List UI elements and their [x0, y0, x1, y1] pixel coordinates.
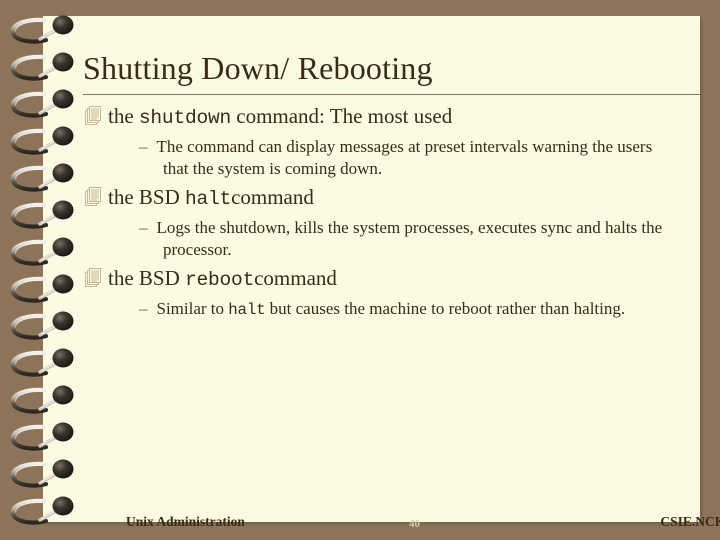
footer-page-number: 40: [409, 518, 420, 530]
stacked-documents-icon: [85, 187, 103, 207]
list-item-text: The command can display messages at pres…: [157, 137, 653, 178]
text-run: command: [231, 185, 314, 210]
subbullet-shutdown-detail: – The command can display messages at pre…: [43, 136, 700, 180]
page-title: Shutting Down/ Rebooting: [83, 50, 433, 86]
text-run: Logs the shutdown, kills the system proc…: [156, 217, 663, 259]
title-divider: [83, 94, 700, 95]
list-item-text: Logs the shutdown, kills the system proc…: [157, 218, 663, 259]
bullet-shutdown-command: the shutdown command: The most used: [43, 104, 700, 131]
subbullet-halt-detail: – Logs the shutdown, kills the system pro…: [43, 217, 700, 261]
list-item-text: the BSD haltcommand: [108, 185, 694, 212]
slide-canvas: Shutting Down/ Rebooting the shutdown co…: [0, 0, 720, 540]
list-item-text: Similar to halt but causes the machine t…: [156, 298, 626, 319]
text-run: command: [254, 266, 337, 291]
text-run: but causes the machine to reboot rather …: [265, 298, 626, 318]
slide-footer: Unix Administration 40 CSIE.NCKU: [86, 511, 720, 537]
command-code-run: halt: [228, 300, 266, 319]
en-dash-bullet: –: [139, 298, 148, 318]
bullet-reboot-command: the BSD rebootcommand: [43, 266, 700, 293]
subbullet-reboot-detail: – Similar to halt but causes the machine …: [43, 298, 700, 321]
list-item-text: the shutdown command: The most used: [108, 104, 694, 131]
text-run: the BSD: [108, 185, 186, 210]
text-run: Similar to: [156, 298, 229, 318]
text-run: command: The most used: [231, 104, 453, 128]
command-code-run: reboot: [185, 269, 255, 292]
footer-org-label: CSIE.NCKU: [660, 514, 720, 529]
stacked-documents-icon: [85, 106, 103, 125]
slide-body-list: the shutdown command: The most used – The …: [43, 104, 700, 325]
stacked-documents-icon: [85, 268, 103, 288]
command-code-run: shutdown: [138, 107, 231, 129]
text-run: the BSD: [108, 266, 186, 291]
text-run: the: [108, 104, 139, 128]
en-dash-bullet: –: [139, 136, 148, 156]
notebook-page: Shutting Down/ Rebooting the shutdown co…: [43, 16, 720, 530]
en-dash-bullet: –: [139, 217, 148, 237]
bullet-halt-command: the BSD haltcommand: [43, 185, 700, 212]
text-run: The command can display messages at pres…: [156, 136, 653, 178]
command-code-run: halt: [185, 188, 232, 211]
list-item-text: the BSD rebootcommand: [108, 266, 694, 293]
